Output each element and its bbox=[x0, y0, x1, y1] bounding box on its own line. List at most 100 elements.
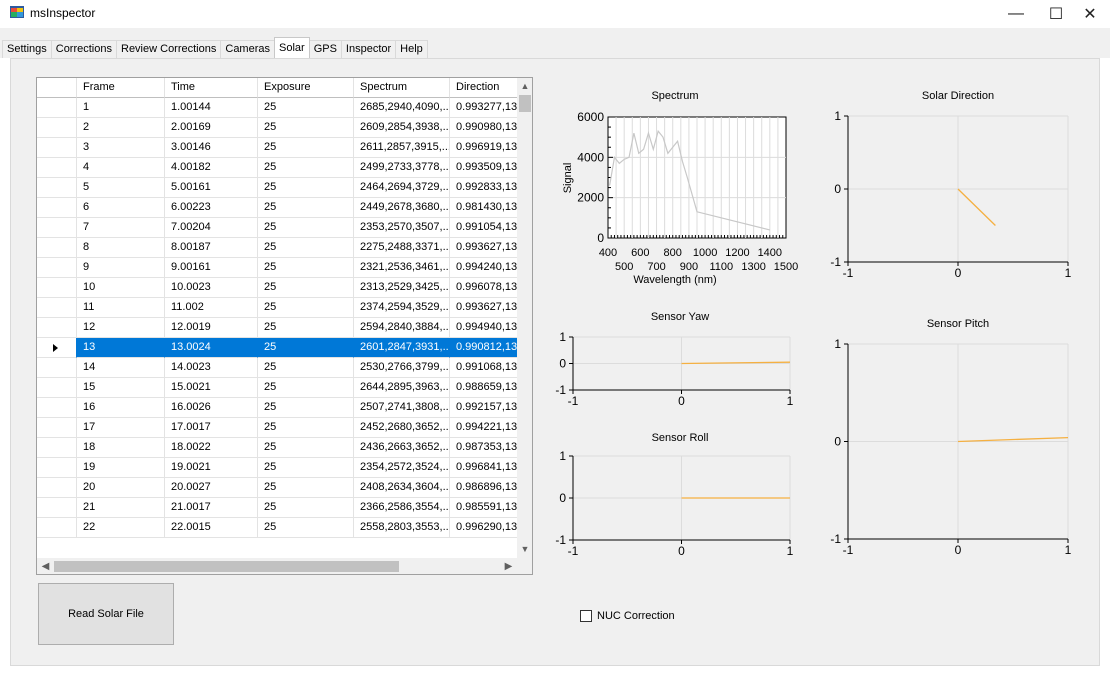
cell-frame[interactable]: 13 bbox=[77, 338, 165, 358]
row-header[interactable] bbox=[37, 298, 77, 318]
cell-spectrum[interactable]: 2436,2663,3652,... bbox=[354, 438, 450, 458]
row-header[interactable] bbox=[37, 378, 77, 398]
nuc-correction-checkbox[interactable]: NUC Correction bbox=[580, 609, 675, 623]
cell-time[interactable]: 19.0021 bbox=[165, 458, 258, 478]
cell-exposure[interactable]: 25 bbox=[258, 118, 354, 138]
table-row[interactable]: 10 10.0023 25 2313,2529,3425,... 0.996078,13 bbox=[37, 278, 528, 298]
cell-exposure[interactable]: 25 bbox=[258, 298, 354, 318]
row-header[interactable] bbox=[37, 198, 77, 218]
cell-time[interactable]: 3.00146 bbox=[165, 138, 258, 158]
scroll-down-icon[interactable]: ▼ bbox=[517, 541, 532, 558]
cell-frame[interactable]: 3 bbox=[77, 138, 165, 158]
cell-spectrum[interactable]: 2321,2536,3461,... bbox=[354, 258, 450, 278]
tab-settings[interactable]: Settings bbox=[2, 40, 52, 58]
cell-time[interactable]: 11.002 bbox=[165, 298, 258, 318]
cell-exposure[interactable]: 25 bbox=[258, 438, 354, 458]
row-header[interactable] bbox=[37, 318, 77, 338]
column-header-time[interactable]: Time bbox=[165, 78, 258, 98]
cell-exposure[interactable]: 25 bbox=[258, 478, 354, 498]
row-header[interactable] bbox=[37, 238, 77, 258]
cell-time[interactable]: 7.00204 bbox=[165, 218, 258, 238]
tab-solar[interactable]: Solar bbox=[274, 37, 310, 58]
cell-spectrum[interactable]: 2507,2741,3808,... bbox=[354, 398, 450, 418]
minimize-button[interactable]: — bbox=[996, 0, 1036, 28]
cell-spectrum[interactable]: 2558,2803,3553,... bbox=[354, 518, 450, 538]
cell-frame[interactable]: 21 bbox=[77, 498, 165, 518]
cell-frame[interactable]: 6 bbox=[77, 198, 165, 218]
table-row[interactable]: 4 4.00182 25 2499,2733,3778,... 0.993509,13 bbox=[37, 158, 528, 178]
cell-time[interactable]: 6.00223 bbox=[165, 198, 258, 218]
cell-time[interactable]: 5.00161 bbox=[165, 178, 258, 198]
table-row[interactable]: 11 11.002 25 2374,2594,3529,... 0.993627,13 bbox=[37, 298, 528, 318]
table-row[interactable]: 2 2.00169 25 2609,2854,3938,... 0.990980,13 bbox=[37, 118, 528, 138]
cell-spectrum[interactable]: 2644,2895,3963,... bbox=[354, 378, 450, 398]
cell-time[interactable]: 22.0015 bbox=[165, 518, 258, 538]
cell-time[interactable]: 8.00187 bbox=[165, 238, 258, 258]
row-header[interactable] bbox=[37, 218, 77, 238]
cell-time[interactable]: 2.00169 bbox=[165, 118, 258, 138]
cell-exposure[interactable]: 25 bbox=[258, 518, 354, 538]
table-row[interactable]: 9 9.00161 25 2321,2536,3461,... 0.994240,13 bbox=[37, 258, 528, 278]
table-row[interactable]: 21 21.0017 25 2366,2586,3554,... 0.985591,13 bbox=[37, 498, 528, 518]
cell-time[interactable]: 9.00161 bbox=[165, 258, 258, 278]
cell-frame[interactable]: 7 bbox=[77, 218, 165, 238]
row-header[interactable] bbox=[37, 358, 77, 378]
cell-exposure[interactable]: 25 bbox=[258, 498, 354, 518]
cell-frame[interactable]: 11 bbox=[77, 298, 165, 318]
cell-frame[interactable]: 12 bbox=[77, 318, 165, 338]
cell-spectrum[interactable]: 2499,2733,3778,... bbox=[354, 158, 450, 178]
solar-data-grid[interactable]: Frame Time Exposure Spectrum Direction 1 1.001… bbox=[36, 77, 533, 575]
cell-spectrum[interactable]: 2611,2857,3915,... bbox=[354, 138, 450, 158]
table-row[interactable]: 1 1.00144 25 2685,2940,4090,... 0.993277,13 bbox=[37, 98, 528, 118]
tab-corrections[interactable]: Corrections bbox=[50, 40, 117, 58]
cell-frame[interactable]: 14 bbox=[77, 358, 165, 378]
cell-spectrum[interactable]: 2408,2634,3604,... bbox=[354, 478, 450, 498]
close-button[interactable]: ✕ bbox=[1070, 0, 1110, 28]
tab-cameras[interactable]: Cameras bbox=[220, 40, 275, 58]
cell-spectrum[interactable]: 2353,2570,3507,... bbox=[354, 218, 450, 238]
cell-frame[interactable]: 8 bbox=[77, 238, 165, 258]
tab-inspector[interactable]: Inspector bbox=[340, 40, 397, 58]
cell-exposure[interactable]: 25 bbox=[258, 218, 354, 238]
cell-spectrum[interactable]: 2609,2854,3938,... bbox=[354, 118, 450, 138]
column-header-exposure[interactable]: Exposure bbox=[258, 78, 354, 98]
table-row[interactable]: 6 6.00223 25 2449,2678,3680,... 0.981430,13 bbox=[37, 198, 528, 218]
scroll-up-icon[interactable]: ▲ bbox=[517, 78, 532, 95]
table-row[interactable]: 18 18.0022 25 2436,2663,3652,... 0.987353,13 bbox=[37, 438, 528, 458]
cell-frame[interactable]: 17 bbox=[77, 418, 165, 438]
cell-exposure[interactable]: 25 bbox=[258, 378, 354, 398]
column-header-frame[interactable]: Frame bbox=[77, 78, 165, 98]
row-header[interactable] bbox=[37, 418, 77, 438]
row-header-corner[interactable] bbox=[37, 78, 77, 98]
cell-frame[interactable]: 9 bbox=[77, 258, 165, 278]
table-row[interactable]: 5 5.00161 25 2464,2694,3729,... 0.992833,13 bbox=[37, 178, 528, 198]
scroll-right-icon[interactable]: ▶ bbox=[500, 558, 517, 574]
table-row[interactable]: 20 20.0027 25 2408,2634,3604,... 0.986896,13 bbox=[37, 478, 528, 498]
cell-spectrum[interactable]: 2449,2678,3680,... bbox=[354, 198, 450, 218]
cell-exposure[interactable]: 25 bbox=[258, 178, 354, 198]
cell-time[interactable]: 12.0019 bbox=[165, 318, 258, 338]
table-row[interactable]: 19 19.0021 25 2354,2572,3524,... 0.996841,13 bbox=[37, 458, 528, 478]
cell-exposure[interactable]: 25 bbox=[258, 238, 354, 258]
row-header[interactable] bbox=[37, 458, 77, 478]
cell-exposure[interactable]: 25 bbox=[258, 318, 354, 338]
cell-spectrum[interactable]: 2354,2572,3524,... bbox=[354, 458, 450, 478]
table-row[interactable]: 16 16.0026 25 2507,2741,3808,... 0.992157,13 bbox=[37, 398, 528, 418]
row-header[interactable] bbox=[37, 138, 77, 158]
cell-frame[interactable]: 10 bbox=[77, 278, 165, 298]
row-header[interactable] bbox=[37, 258, 77, 278]
row-header[interactable] bbox=[37, 98, 77, 118]
cell-frame[interactable]: 15 bbox=[77, 378, 165, 398]
cell-frame[interactable]: 16 bbox=[77, 398, 165, 418]
vertical-scroll-thumb[interactable] bbox=[519, 95, 531, 112]
cell-spectrum[interactable]: 2374,2594,3529,... bbox=[354, 298, 450, 318]
cell-frame[interactable]: 5 bbox=[77, 178, 165, 198]
cell-exposure[interactable]: 25 bbox=[258, 398, 354, 418]
row-header[interactable] bbox=[37, 498, 77, 518]
tab-gps[interactable]: GPS bbox=[308, 40, 342, 58]
column-header-spectrum[interactable]: Spectrum bbox=[354, 78, 450, 98]
cell-spectrum[interactable]: 2313,2529,3425,... bbox=[354, 278, 450, 298]
cell-exposure[interactable]: 25 bbox=[258, 98, 354, 118]
horizontal-scrollbar[interactable]: ◀ ▶ bbox=[37, 558, 517, 574]
cell-frame[interactable]: 19 bbox=[77, 458, 165, 478]
